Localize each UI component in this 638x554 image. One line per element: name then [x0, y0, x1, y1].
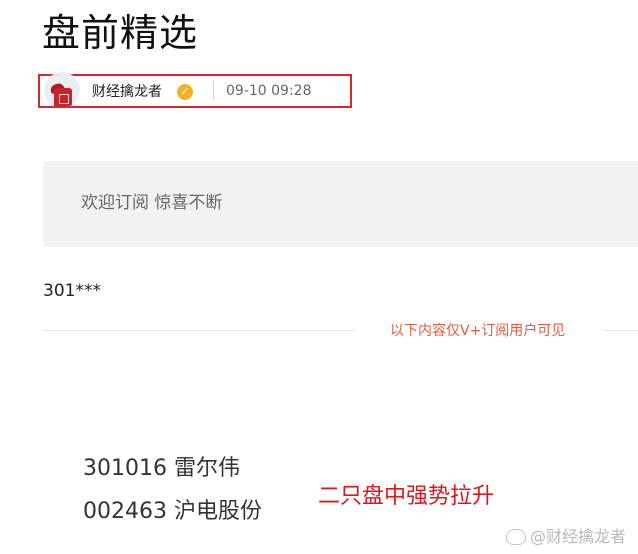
- author-name[interactable]: 财经擒龙者: [92, 82, 162, 102]
- avatar-seal-mark: [59, 94, 69, 104]
- post-timestamp: 09-10 09:28: [226, 83, 312, 99]
- verified-badge-icon: ✓: [177, 84, 193, 100]
- annotation-comment: 二只盘中强势拉升: [318, 484, 495, 509]
- paywall-divider-left: [43, 330, 355, 331]
- watermark-text: @财经擒龙者: [530, 527, 627, 546]
- stock-line: 002463 沪电股份: [83, 499, 262, 524]
- paywall-note[interactable]: 以下内容仅V+订阅用户可见: [390, 321, 565, 341]
- meta-divider: [213, 80, 214, 100]
- author-avatar[interactable]: [44, 72, 80, 108]
- paywall-divider-right: [604, 330, 638, 331]
- promo-text: 欢迎订阅 惊喜不断: [81, 193, 223, 213]
- weibo-watermark: @财经擒龙者: [506, 526, 626, 548]
- subscribe-promo-banner[interactable]: 欢迎订阅 惊喜不断: [43, 161, 638, 247]
- page-title: 盘前精选: [42, 11, 199, 55]
- weibo-logo-icon: [506, 528, 526, 545]
- visible-stock-code: 301***: [43, 281, 101, 301]
- stock-line: 301016 雷尔伟: [83, 456, 240, 481]
